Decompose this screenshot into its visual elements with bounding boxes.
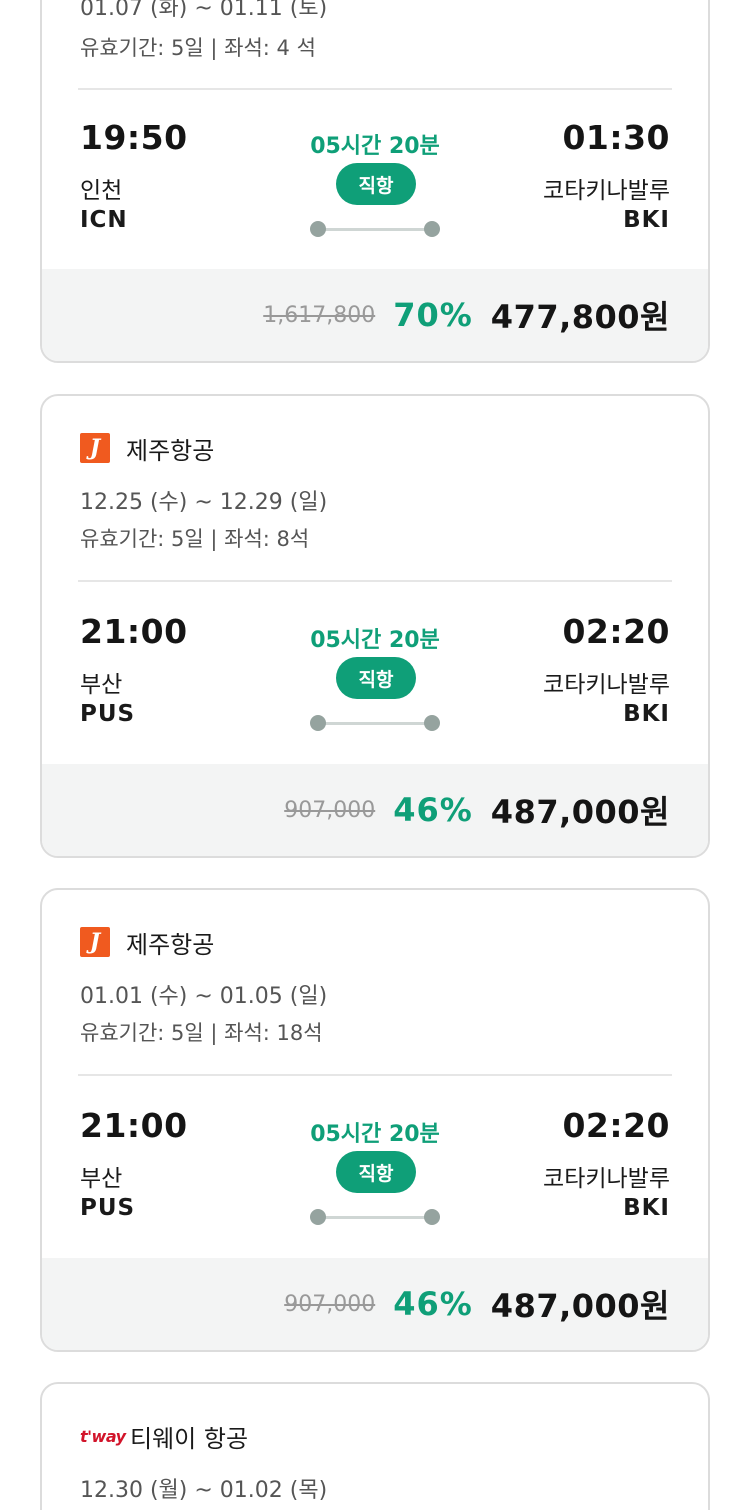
departure-city: 부산 — [80, 1166, 123, 1192]
destination-dot — [424, 715, 440, 731]
arrival-city: 코타키나발루 — [543, 672, 670, 698]
jeju-air-logo-icon: J — [80, 927, 110, 957]
flight-card[interactable]: 01.07 (화) ~ 01.11 (토) 유효기간: 5일 | 좌석: 4 석… — [40, 0, 710, 363]
validity-seats: 유효기간: 5일 | 좌석: 18석 — [80, 1021, 323, 1045]
final-price: 477,800원 — [490, 298, 670, 336]
airline-name: 제주항공 — [126, 436, 215, 465]
divider — [78, 580, 672, 582]
departure-code: PUS — [80, 1195, 136, 1221]
final-price: 487,000원 — [490, 1287, 670, 1325]
discount-rate: 70% — [393, 296, 473, 334]
discount-rate: 46% — [393, 791, 473, 829]
route-line — [310, 1209, 440, 1225]
arrival-time: 02:20 — [562, 1106, 670, 1145]
validity-seats: 유효기간: 5일 | 좌석: 4 석 — [80, 36, 316, 60]
original-price: 1,617,800 — [263, 302, 376, 328]
jeju-air-logo-icon: J — [80, 433, 110, 463]
flight-card[interactable]: J 제주항공 01.01 (수) ~ 01.05 (일) 유효기간: 5일 | … — [40, 888, 710, 1352]
validity-seats: 유효기간: 5일 | 좌석: 8석 — [80, 527, 310, 551]
arrival-city: 코타키나발루 — [543, 1166, 670, 1192]
route-line — [310, 221, 440, 237]
direct-flight-badge: 직항 — [336, 163, 416, 205]
airline-row: J 제주항공 — [80, 926, 215, 959]
arrival-time: 02:20 — [562, 612, 670, 651]
airline-row: t'way 티웨이 항공 — [80, 1420, 249, 1453]
divider — [78, 1074, 672, 1076]
departure-code: ICN — [80, 207, 128, 233]
departure-city: 인천 — [80, 178, 123, 204]
direct-flight-badge: 직항 — [336, 657, 416, 699]
destination-dot — [424, 1209, 440, 1225]
price-bar: 907,000 46% 487,000원 — [42, 764, 708, 856]
arrival-city: 코타키나발루 — [543, 178, 670, 204]
divider — [78, 88, 672, 90]
travel-dates: 01.07 (화) ~ 01.11 (토) — [80, 0, 328, 21]
airline-name: 제주항공 — [126, 930, 215, 959]
origin-dot — [310, 221, 326, 237]
destination-dot — [424, 221, 440, 237]
airline-row: J 제주항공 — [80, 432, 215, 465]
arrival-time: 01:30 — [562, 118, 670, 157]
original-price: 907,000 — [284, 1291, 376, 1317]
departure-code: PUS — [80, 701, 136, 727]
route-line — [310, 715, 440, 731]
tway-logo-icon: t'way — [80, 1426, 126, 1446]
discount-rate: 46% — [393, 1285, 473, 1323]
final-price: 487,000원 — [490, 793, 670, 831]
price-bar: 1,617,800 70% 477,800원 — [42, 269, 708, 361]
origin-dot — [310, 1209, 326, 1225]
travel-dates: 12.30 (월) ~ 01.02 (목) — [80, 1478, 328, 1503]
original-price: 907,000 — [284, 797, 376, 823]
travel-dates: 01.01 (수) ~ 01.05 (일) — [80, 984, 328, 1009]
airline-name: 티웨이 항공 — [130, 1424, 249, 1453]
arrival-code: BKI — [623, 701, 670, 727]
travel-dates: 12.25 (수) ~ 12.29 (일) — [80, 490, 328, 515]
arrival-code: BKI — [623, 207, 670, 233]
direct-flight-badge: 직항 — [336, 1151, 416, 1193]
origin-dot — [310, 715, 326, 731]
flight-card[interactable]: t'way 티웨이 항공 12.30 (월) ~ 01.02 (목) — [40, 1382, 710, 1510]
flight-card[interactable]: J 제주항공 12.25 (수) ~ 12.29 (일) 유효기간: 5일 | … — [40, 394, 710, 858]
arrival-code: BKI — [623, 1195, 670, 1221]
price-bar: 907,000 46% 487,000원 — [42, 1258, 708, 1350]
departure-city: 부산 — [80, 672, 123, 698]
